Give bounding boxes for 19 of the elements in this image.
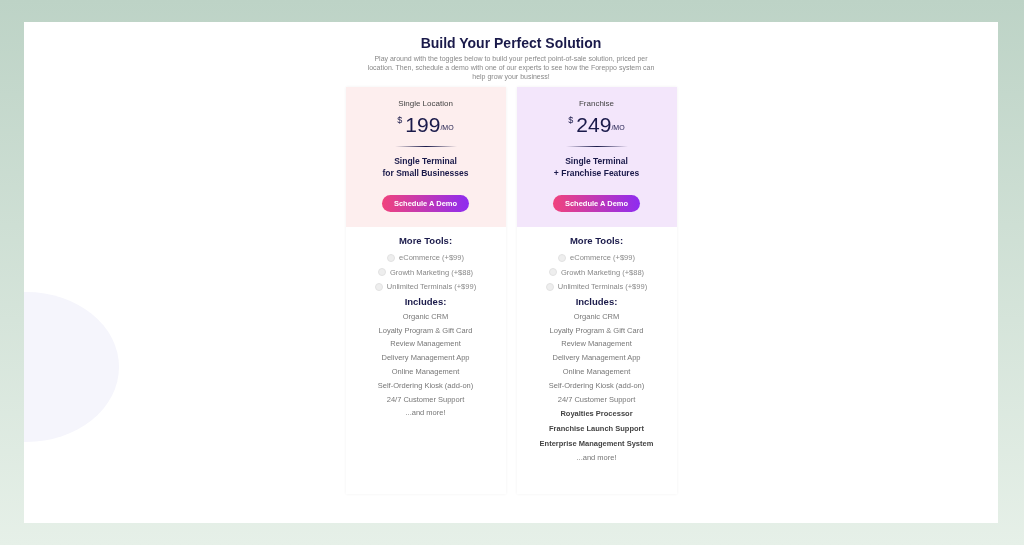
tools-heading: More Tools: bbox=[569, 235, 624, 247]
toggle[interactable] bbox=[387, 253, 396, 262]
plan-tagline: Single Terminal + Franchise Features bbox=[553, 156, 640, 180]
includes-heading: Includes: bbox=[575, 295, 618, 307]
toggle[interactable] bbox=[374, 282, 383, 291]
plan-name: Franchise bbox=[578, 99, 615, 109]
tools-heading: More Tools: bbox=[398, 235, 453, 247]
toggle[interactable] bbox=[548, 268, 557, 277]
currency-symbol: $ bbox=[568, 115, 574, 126]
plan-name: Single Location bbox=[398, 99, 453, 109]
page-title: Build Your Perfect Solution bbox=[420, 35, 602, 51]
currency-symbol: $ bbox=[397, 115, 403, 126]
plan-price: 249 bbox=[576, 113, 612, 138]
toggle[interactable] bbox=[558, 253, 567, 262]
plan-price: 199 bbox=[405, 113, 441, 138]
toggle[interactable] bbox=[545, 282, 554, 291]
includes-heading: Includes: bbox=[404, 295, 447, 307]
plan-tagline: Single Terminal for Small Businesses bbox=[382, 156, 469, 180]
toggle[interactable] bbox=[377, 268, 386, 277]
